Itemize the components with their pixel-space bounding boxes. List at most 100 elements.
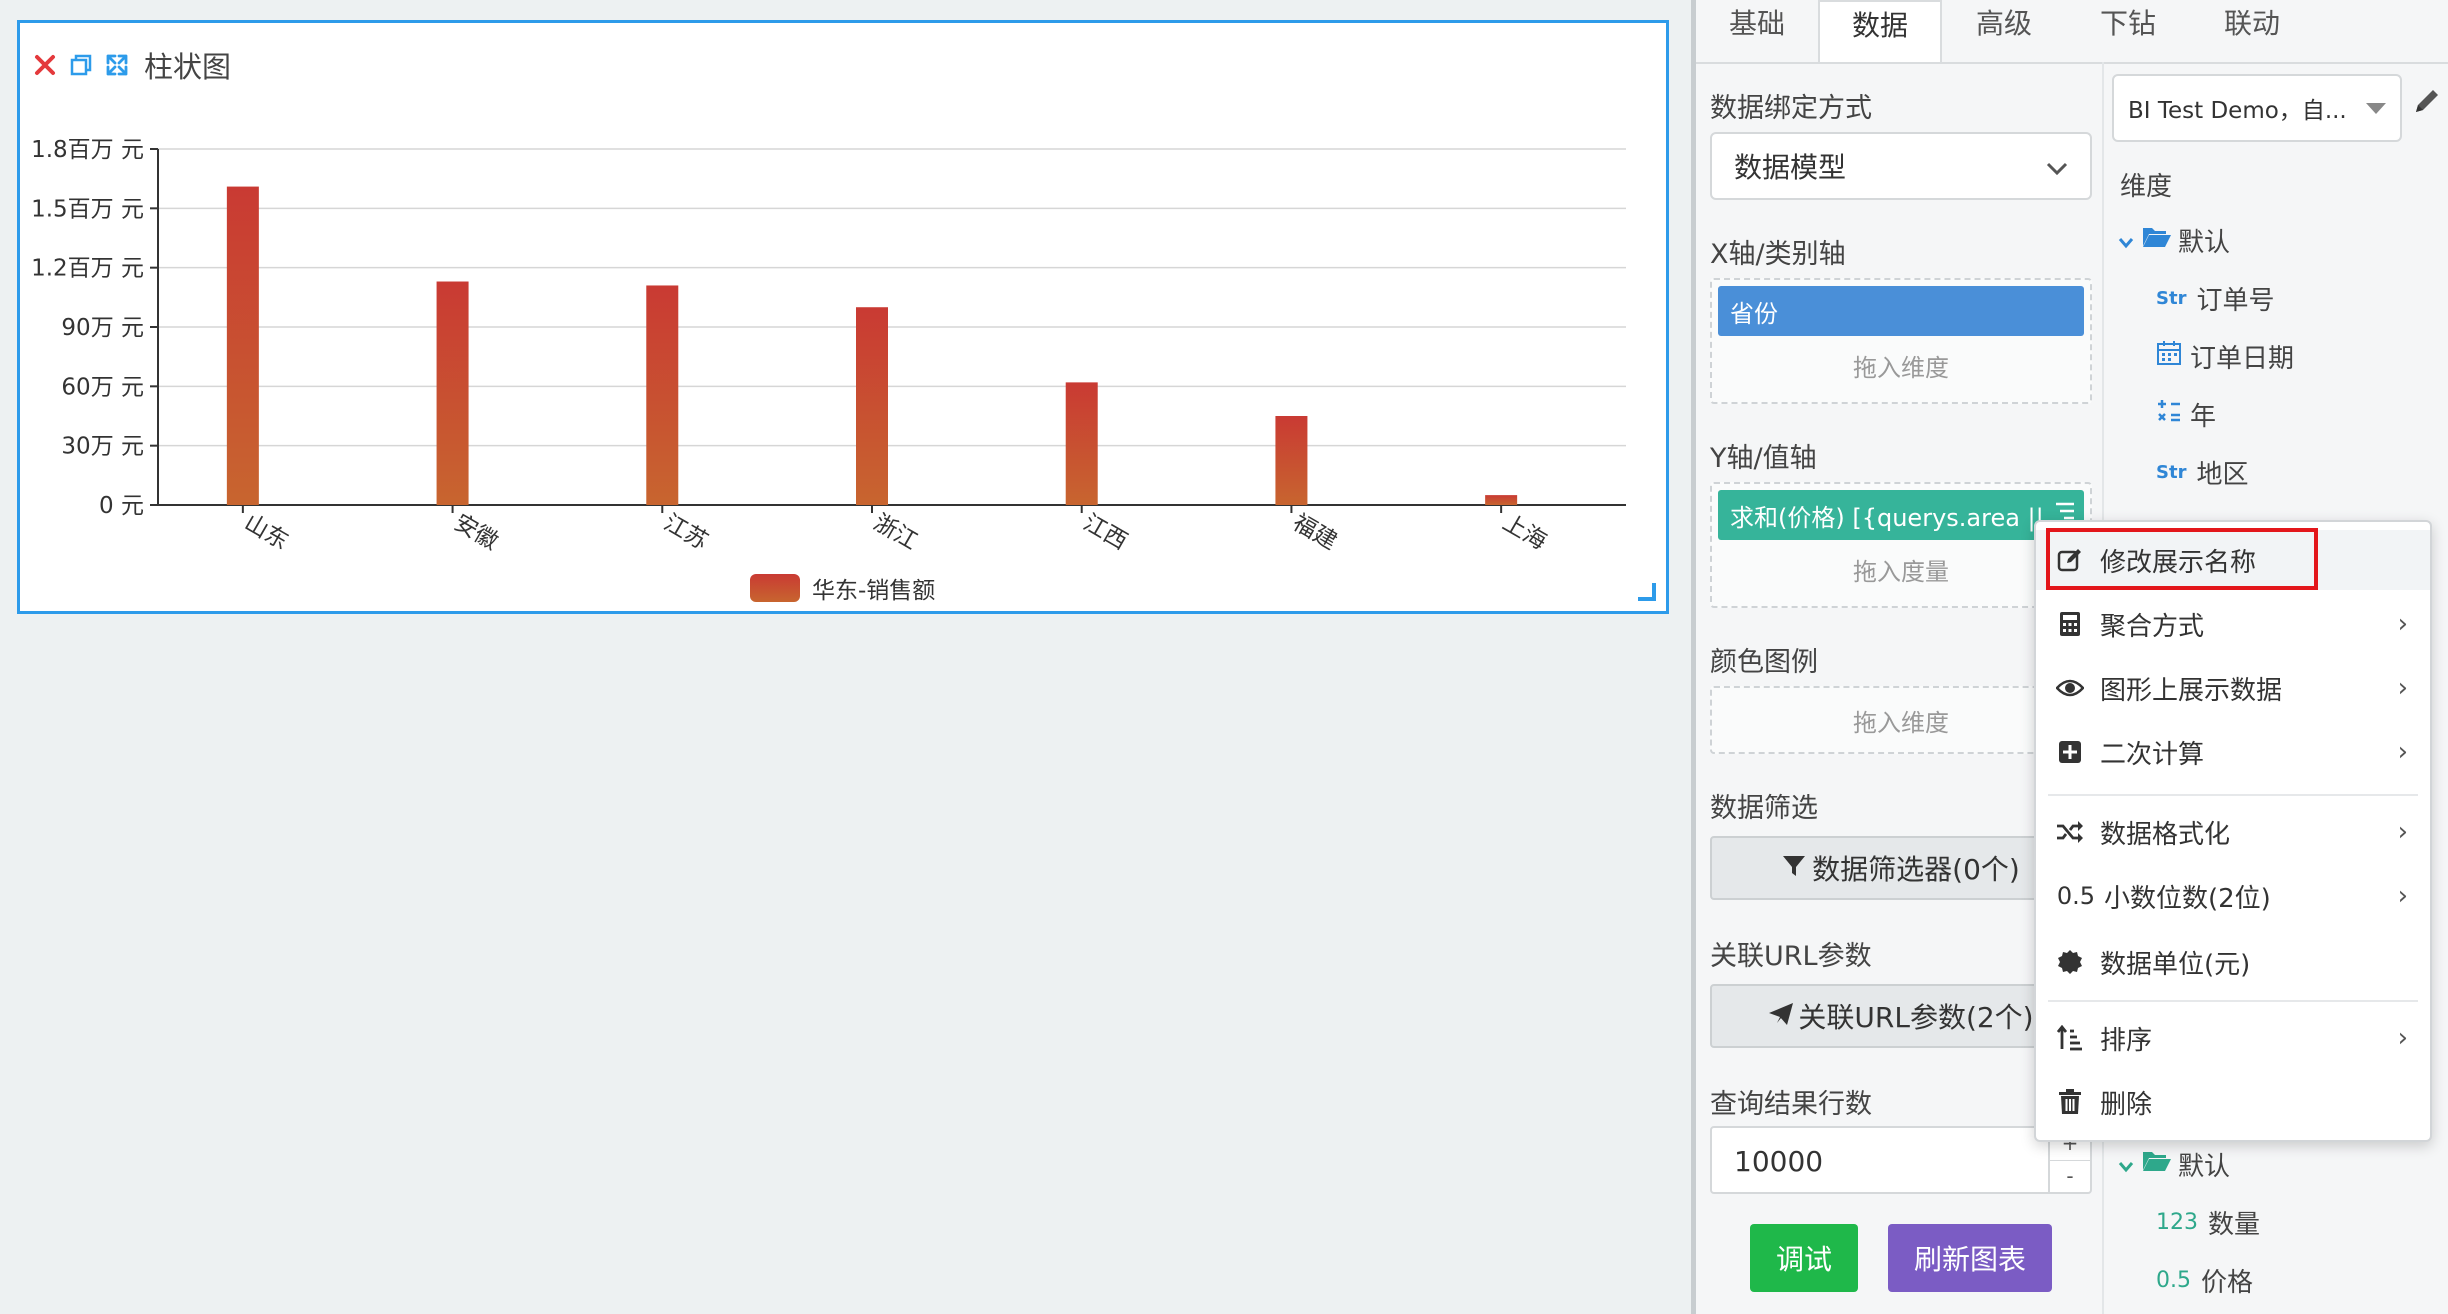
resize-handle[interactable] [1638,583,1656,601]
menu-aggregation[interactable]: 聚合方式 › [2036,594,2430,654]
menu-decimals[interactable]: 0.5 小数位数(2位) › [2036,866,2430,926]
field-label: 订单日期 [2190,344,2295,374]
menu-delete-label: 删除 [2100,1089,2153,1120]
menu-separator [2048,794,2418,796]
tab-advanced[interactable]: 高级 [1942,0,2066,62]
menu-sort[interactable]: 排序 › [2036,1008,2430,1068]
x-tick-label: 安徽 [450,510,503,556]
measure-quantity[interactable]: 123 数量 [2156,1204,2260,1241]
bar[interactable] [226,186,259,506]
y-tick-label: 1.8百万 元 [31,137,144,163]
menu-decimals-label: 小数位数(2位) [2104,883,2271,914]
chart-legend[interactable]: 华东-销售额 [750,571,935,605]
bar[interactable] [646,285,679,505]
field-label: 地区 [2196,460,2249,490]
tab-linkage[interactable]: 联动 [2190,0,2314,62]
field-order-date[interactable]: 订单日期 [2156,338,2294,375]
chevron-right-icon: › [2397,881,2408,911]
plus-square-icon [2056,738,2084,766]
color-legend-hint: 拖入维度 [1853,708,1949,737]
x-axis-hint: 拖入维度 [1853,354,1949,382]
chevron-down-icon [2046,150,2068,183]
trash-icon [2056,1088,2084,1116]
chevron-right-icon: › [2397,737,2408,767]
debug-button[interactable]: 调试 [1750,1224,1858,1292]
decimal-type-icon: 0.5 [2156,1268,2191,1293]
y-tick-label: 90万 元 [61,315,144,341]
x-axis-chip[interactable]: 省份 [1718,286,2084,336]
field-label: 数量 [2208,1210,2261,1240]
calendar-icon [2156,340,2182,373]
y-tick-label: 0 元 [99,493,144,519]
binding-value: 数据模型 [1734,151,1847,184]
highlight-box [2046,528,2318,590]
color-legend-label: 颜色图例 [1710,647,1818,678]
calculator-icon [2056,610,2084,638]
folder-open-icon [2142,1149,2172,1180]
str-type-icon: Str [2156,462,2187,483]
x-tick-label: 浙江 [869,510,922,556]
caret-down-icon [2366,95,2386,121]
field-year[interactable]: 年 [2156,396,2216,433]
bar[interactable] [1485,495,1518,505]
menu-secondary-calc[interactable]: 二次计算 › [2036,722,2430,782]
menu-separator [2048,1000,2418,1002]
menu-sort-label: 排序 [2100,1025,2153,1056]
bar[interactable] [1065,382,1098,505]
field-order-no[interactable]: Str 订单号 [2156,280,2274,317]
measure-folder[interactable]: 默认 [2118,1146,2230,1183]
x-tick-label: 上海 [1498,510,1551,556]
stepper-minus[interactable]: - [2050,1161,2090,1193]
binding-label: 数据绑定方式 [1710,93,1872,124]
folder-label: 默认 [2178,228,2231,258]
pencil-icon[interactable] [2412,86,2442,120]
menu-show-data-label: 图形上展示数据 [2100,675,2283,706]
bar-chart: 0 元 30万 元 60万 元 90万 元 1.2百万 元 1.5百万 元 1.8百万 元山… [31,137,1626,556]
menu-formatting-label: 数据格式化 [2100,819,2231,850]
eye-icon [2056,674,2084,702]
shuffle-icon [2056,818,2084,846]
menu-secondary-calc-label: 二次计算 [2100,739,2205,770]
bar[interactable] [1275,416,1308,505]
menu-delete[interactable]: 删除 [2036,1072,2430,1132]
x-axis-dropzone[interactable]: 省份 拖入维度 [1710,278,2092,404]
dimension-folder[interactable]: 默认 [2118,222,2230,259]
field-label: 年 [2190,402,2217,432]
bar[interactable] [436,281,469,505]
menu-aggregation-label: 聚合方式 [2100,611,2205,642]
x-axis-label: X轴/类别轴 [1710,239,1846,270]
menu-formatting[interactable]: 数据格式化 › [2036,802,2430,862]
menu-unit[interactable]: 数据单位(元) [2036,932,2430,992]
datasource-select[interactable]: BI Test Demo，自... [2112,74,2402,142]
tab-basic[interactable]: 基础 [1696,0,1818,62]
y-tick-label: 30万 元 [61,434,144,460]
folder-open-icon [2142,225,2172,256]
chevron-right-icon: › [2397,817,2408,847]
datasource-name: BI Test Demo，自... [2128,98,2347,124]
chevron-down-icon [2118,226,2134,256]
tab-drilldown[interactable]: 下钻 [2066,0,2190,62]
x-tick-label: 山东 [240,510,293,556]
chevron-right-icon: › [2397,1023,2408,1053]
binding-select[interactable]: 数据模型 [1710,132,2092,200]
field-label: 价格 [2201,1268,2254,1298]
field-region[interactable]: Str 地区 [2156,454,2248,491]
refresh-chart-button[interactable]: 刷新图表 [1888,1224,2052,1292]
rows-input[interactable] [1712,1128,2036,1194]
tab-data[interactable]: 数据 [1818,0,1942,62]
url-label: 关联URL参数 [1710,941,1872,972]
y-tick-label: 60万 元 [61,374,144,400]
measure-price[interactable]: 0.5 价格 [2156,1262,2253,1299]
x-tick-label: 江苏 [659,510,712,556]
sort-icon [2056,1024,2084,1052]
y-axis-chip[interactable]: 求和(价格) [{querys.area ||... [1718,490,2084,540]
y-axis-chip-label: 求和(价格) [{querys.area ||... [1730,503,2067,532]
url-params-button-label: 关联URL参数(2个) [1798,1001,2034,1034]
chart-widget[interactable]: 柱状图 0 元 30万 元 60万 元 90万 元 1.2百万 元 1.5百万 元 1.8百… [17,20,1669,614]
menu-show-data[interactable]: 图形上展示数据 › [2036,658,2430,718]
chevron-right-icon: › [2397,609,2408,639]
filter-button-label: 数据筛选器(0个) [1812,853,2020,886]
bar[interactable] [856,307,888,505]
legend-swatch [750,574,800,602]
y-axis-label: Y轴/值轴 [1710,443,1817,474]
